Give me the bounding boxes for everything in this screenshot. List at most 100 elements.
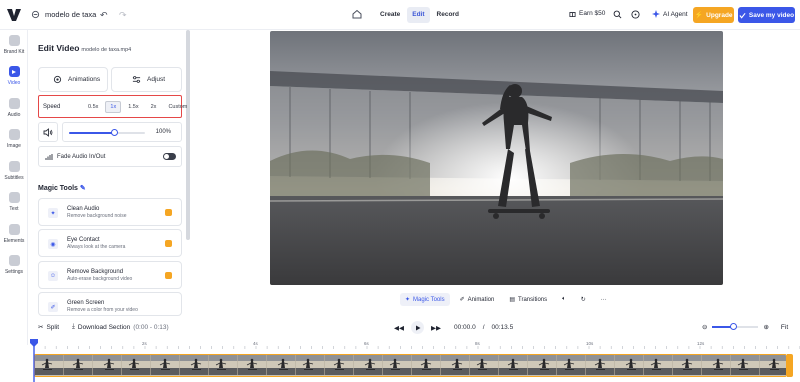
project-name[interactable]: modelo de taxa [45,10,96,19]
tool-eye-contact[interactable]: ◉ Eye Contact Always look at the camera [38,229,182,257]
timeline-ruler[interactable]: 2s 4s 6s 8s 10s 12s [34,340,800,350]
rail-label: Video [7,80,21,86]
magic-tools-title: Magic Tools [38,185,78,192]
volume-preview-button[interactable]: 🔈︎ [557,293,571,306]
rail-item-video[interactable]: Video [0,66,28,86]
tool-desc: Remove a color from your video [67,307,138,313]
play-button[interactable] [411,321,424,334]
ruler-label: 12s [697,341,705,346]
more-icon: ··· [600,296,607,303]
undo-icon[interactable]: ↶ [100,10,108,21]
volume-button[interactable] [38,122,58,142]
download-section-button[interactable]: ⤓ Download Section (0:00 - 0:13) [72,323,169,331]
rail-item-image[interactable]: Image [0,129,28,149]
rail-item-settings[interactable]: Settings [0,255,28,275]
rail-item-elements[interactable]: Elements [0,224,28,244]
speed-option-1-5x[interactable]: 1.5x [123,101,143,113]
panel-scrollbar[interactable] [186,30,190,240]
playhead[interactable] [30,339,38,382]
tab-edit[interactable]: Edit [407,7,430,23]
preview-toolbar: ✦ Magic Tools ✐ Animation ▤ Transitions … [400,292,612,307]
clip-end-handle[interactable] [787,354,793,377]
upgrade-button[interactable]: ⚡ Upgrade [693,7,734,23]
ruler-label: 10s [586,341,594,346]
redo-icon[interactable]: ↷ [119,10,127,21]
split-label: Split [46,323,60,331]
filmstrip-frame [673,355,702,375]
filmstrip-frame [151,355,180,375]
video-preview[interactable] [270,31,723,285]
tool-clean-audio[interactable]: ✦ Clean Audio Remove background noise [38,198,182,226]
more-button[interactable]: ··· [596,294,612,306]
transitions-button[interactable]: ▤ Transitions [504,293,552,306]
play-icon [415,325,420,330]
speed-option-0-5x[interactable]: 0.5x [83,101,103,113]
download-label: Download Section [77,323,131,331]
speed-option-1x[interactable]: 1x [105,101,122,113]
zoom-in-icon[interactable]: ⊕ [763,323,768,331]
tool-name: Green Screen [67,300,105,306]
rail-item-text[interactable]: Text [0,192,28,212]
animation-button[interactable]: ✐ Animation [455,293,500,306]
tool-green-screen[interactable]: ✐ Green Screen Remove a color from your … [38,292,182,316]
earn-label: Earn $50 [579,10,606,17]
filmstrip-frame [615,355,644,375]
filmstrip-frame [296,355,325,375]
rewind-icon[interactable]: ◀◀ [394,324,404,332]
filmstrip-frame [441,355,470,375]
tool-remove-background[interactable]: ☺ Remove Background Auto-erase backgroun… [38,261,182,289]
forward-icon[interactable]: ▶▶ [431,324,441,332]
file-name: modelo de taxa.mp4 [81,47,132,53]
rail-item-subtitles[interactable]: Subtitles [0,161,28,181]
speed-option-custom[interactable]: Custom [163,101,192,113]
video-track-clip[interactable] [34,354,787,377]
volume-value: 100% [155,129,171,135]
animations-icon [53,75,62,84]
rail-label: Audio [7,112,21,118]
loop-button[interactable]: ↻ [576,293,591,306]
person-icon: ☺ [48,271,58,281]
tab-create[interactable]: Create [375,7,405,23]
fade-audio-toggle[interactable] [163,153,176,160]
rail-label: Settings [4,269,24,275]
home-icon[interactable] [352,9,362,19]
volume-slider[interactable] [69,129,145,136]
logo-icon[interactable] [6,7,22,23]
animations-tab[interactable]: Animations [38,67,108,92]
current-time: 00:00.0 [454,324,476,331]
ai-agent-button[interactable]: AI Agent [652,10,688,18]
rail-label: Image [7,143,21,149]
fit-button[interactable]: Fit [781,324,788,331]
filmstrip-frame [354,355,383,375]
magic-tools-button[interactable]: ✦ Magic Tools [400,293,450,306]
tool-name: Clean Audio [67,206,100,212]
split-button[interactable]: ✂ Split [38,323,60,332]
speed-option-2x[interactable]: 2x [146,101,162,113]
rail-item-brand-kit[interactable]: Brand Kit [0,35,28,55]
rail-label: Text [9,206,19,212]
sliders-icon [132,76,141,83]
zoom-slider[interactable] [712,323,759,330]
help-icon[interactable] [631,10,640,19]
audio-icon [8,98,20,109]
search-icon[interactable] [613,10,622,19]
premium-badge-icon [165,240,172,247]
zoom-slider-thumb[interactable] [729,323,737,330]
filmstrip-frame [412,355,441,375]
zoom-out-icon[interactable]: ⊖ [702,323,707,331]
tool-desc: Always look at the camera [67,244,126,250]
ruler-label: 6s [364,341,369,346]
speed-options: 0.5x 1x 1.5x 2x Custom [83,101,192,113]
filmstrip-frame [586,355,615,375]
tool-name: Eye Contact [67,237,100,243]
earn-button[interactable]: Earn $50 [569,10,605,17]
rail-item-audio[interactable]: Audio [0,98,28,118]
adjust-tab[interactable]: Adjust [111,67,182,92]
filmstrip-frame [470,355,499,375]
volume-slider-fill [69,132,115,134]
volume-slider-thumb[interactable] [111,129,119,136]
tab-record[interactable]: Record [432,7,464,23]
tool-name: Remove Background [67,269,124,275]
save-video-button[interactable]: Save my video [738,7,795,23]
filmstrip-frame [267,355,296,375]
